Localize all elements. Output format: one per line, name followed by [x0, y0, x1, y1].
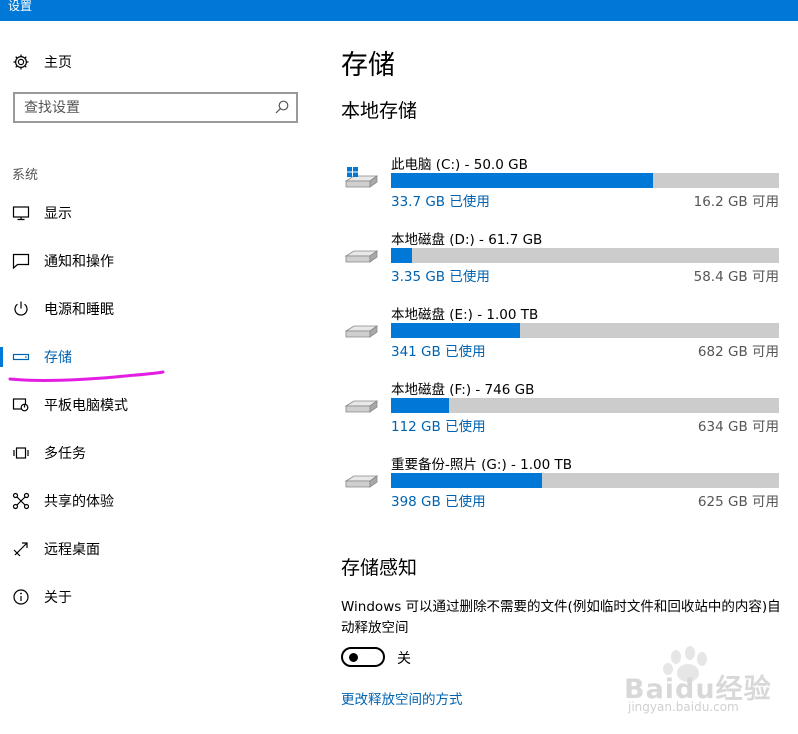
sidebar: 主页 系统 显示 通知和操作 电源和睡眠 存储	[0, 21, 318, 734]
drive-item[interactable]: 本地磁盘 (E:) - 1.00 TB 341 GB 已使用 682 GB 可用	[341, 304, 779, 360]
windows-drive-icon	[344, 167, 379, 189]
section-label-system: 系统	[12, 168, 39, 183]
sidebar-item-tablet-mode[interactable]: 平板电脑模式	[0, 386, 318, 424]
drive-item[interactable]: 本地磁盘 (D:) - 61.7 GB 3.35 GB 已使用 58.4 GB …	[341, 229, 779, 285]
drive-available-text: 682 GB 可用	[697, 344, 779, 360]
info-icon	[11, 587, 31, 607]
drive-available-text: 16.2 GB 可用	[693, 194, 779, 210]
search-icon[interactable]	[274, 99, 290, 115]
sidebar-item-power[interactable]: 电源和睡眠	[0, 290, 318, 328]
sidebar-item-label: 电源和睡眠	[44, 302, 114, 318]
drive-usage-bar	[391, 323, 779, 338]
multitask-icon	[11, 443, 31, 463]
drive-item[interactable]: 重要备份-照片 (G:) - 1.00 TB 398 GB 已使用 625 GB…	[341, 454, 779, 510]
drive-icon	[344, 392, 379, 414]
drive-available-text: 58.4 GB 可用	[693, 269, 779, 285]
handwritten-underline	[8, 370, 165, 382]
drive-usage-fill	[391, 398, 450, 413]
drive-usage-fill	[391, 173, 653, 188]
sidebar-item-label: 共享的体验	[44, 494, 114, 510]
drive-name: 重要备份-照片 (G:) - 1.00 TB	[391, 457, 573, 473]
toggle-state-label: 关	[397, 651, 411, 667]
drive-usage-bar	[391, 473, 779, 488]
notification-icon	[11, 251, 31, 271]
sidebar-item-multitasking[interactable]: 多任务	[0, 434, 318, 472]
sidebar-item-label: 关于	[44, 590, 72, 606]
sidebar-item-label: 多任务	[44, 446, 86, 462]
sidebar-home[interactable]: 主页	[12, 51, 72, 73]
sidebar-item-shared-experiences[interactable]: 共享的体验	[0, 482, 318, 520]
drive-usage-fill	[391, 323, 521, 338]
page-title: 存储	[341, 50, 395, 81]
drive-icon	[344, 317, 379, 339]
drive-used-text: 3.35 GB 已使用	[391, 269, 490, 285]
gear-icon	[12, 53, 30, 71]
sidebar-item-about[interactable]: 关于	[0, 578, 318, 616]
drive-name: 此电脑 (C:) - 50.0 GB	[391, 157, 528, 173]
share-icon	[11, 491, 31, 511]
drive-available-text: 634 GB 可用	[697, 419, 779, 435]
local-storage-heading: 本地存储	[341, 100, 418, 122]
drive-usage-bar	[391, 398, 779, 413]
drive-icon	[344, 242, 379, 264]
drive-usage-fill	[391, 248, 412, 263]
storage-sense-heading: 存储感知	[341, 557, 418, 579]
sidebar-item-label: 显示	[44, 206, 72, 222]
sidebar-item-label: 平板电脑模式	[44, 398, 128, 414]
tablet-mode-icon	[11, 395, 31, 415]
remote-desktop-icon	[11, 539, 31, 559]
search-input[interactable]	[24, 98, 264, 118]
drive-used-text: 398 GB 已使用	[391, 494, 486, 510]
sidebar-item-display[interactable]: 显示	[0, 194, 318, 232]
drive-name: 本地磁盘 (E:) - 1.00 TB	[391, 307, 539, 323]
drive-name: 本地磁盘 (D:) - 61.7 GB	[391, 232, 543, 248]
search-box[interactable]	[13, 92, 298, 123]
storage-sense-description: Windows 可以通过删除不需要的文件(例如临时文件和回收站中的内容)自动释放…	[341, 599, 781, 636]
drive-item[interactable]: 此电脑 (C:) - 50.0 GB 33.7 GB 已使用 16.2 GB 可…	[341, 154, 779, 210]
drive-used-text: 33.7 GB 已使用	[391, 194, 490, 210]
sidebar-item-remote-desktop[interactable]: 远程桌面	[0, 530, 318, 568]
window-title: 设置	[8, 0, 33, 13]
drive-usage-fill	[391, 473, 542, 488]
monitor-icon	[11, 203, 31, 223]
change-free-space-link[interactable]: 更改释放空间的方式	[341, 688, 463, 708]
storage-sense-toggle[interactable]	[341, 647, 385, 667]
drive-usage-bar	[391, 248, 779, 263]
title-bar: 设置	[0, 0, 798, 21]
toggle-knob	[349, 653, 358, 662]
watermark-url: jingyan.baidu.com	[628, 700, 739, 714]
sidebar-item-notifications[interactable]: 通知和操作	[0, 242, 318, 280]
sidebar-item-label: 通知和操作	[44, 254, 114, 270]
drive-icon	[344, 467, 379, 489]
drive-item[interactable]: 本地磁盘 (F:) - 746 GB 112 GB 已使用 634 GB 可用	[341, 379, 779, 435]
sidebar-item-label: 远程桌面	[44, 542, 100, 558]
drive-name: 本地磁盘 (F:) - 746 GB	[391, 382, 535, 398]
drive-used-text: 112 GB 已使用	[391, 419, 486, 435]
power-icon	[11, 299, 31, 319]
drive-usage-bar	[391, 173, 779, 188]
drive-available-text: 625 GB 可用	[697, 494, 779, 510]
sidebar-home-label: 主页	[44, 55, 72, 71]
drive-used-text: 341 GB 已使用	[391, 344, 486, 360]
